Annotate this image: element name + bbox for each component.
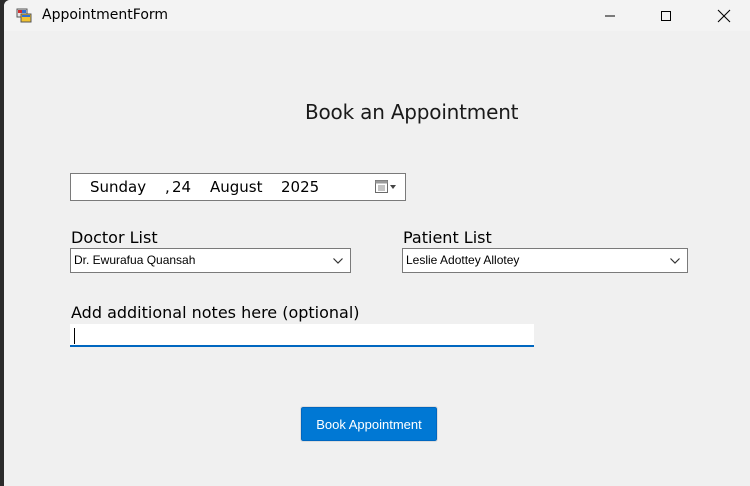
chevron-down-icon	[332, 255, 344, 265]
window-title: AppointmentForm	[42, 7, 169, 23]
date-separator: ,	[165, 178, 170, 196]
patient-select[interactable]: Leslie Adottey Allotey	[402, 248, 688, 273]
book-appointment-button[interactable]: Book Appointment	[300, 406, 438, 442]
doctor-list-label: Doctor List	[71, 228, 158, 247]
chevron-down-icon	[669, 255, 681, 265]
maximize-button[interactable]	[643, 0, 689, 31]
date-weekday[interactable]: Sunday	[90, 178, 146, 196]
close-icon	[717, 9, 731, 22]
calendar-dropdown-button[interactable]	[374, 179, 400, 195]
patient-list-label: Patient List	[403, 228, 492, 247]
appointment-form: Book an Appointment Sunday , 24 August 2…	[4, 31, 750, 486]
app-window: AppointmentForm Book an Appointment Sund…	[4, 0, 750, 486]
minimize-button[interactable]	[587, 0, 633, 31]
date-day[interactable]: 24	[172, 178, 191, 196]
title-bar[interactable]: AppointmentForm	[4, 0, 750, 31]
patient-select-value: Leslie Adottey Allotey	[406, 253, 520, 267]
close-button[interactable]	[701, 0, 747, 31]
date-year[interactable]: 2025	[281, 178, 319, 196]
app-icon	[16, 7, 32, 23]
doctor-select-value: Dr. Ewurafua Quansah	[74, 253, 196, 267]
doctor-select[interactable]: Dr. Ewurafua Quansah	[70, 248, 351, 273]
maximize-icon	[661, 10, 671, 21]
text-caret	[74, 328, 75, 344]
appointment-date-picker[interactable]: Sunday , 24 August 2025	[70, 173, 406, 201]
calendar-icon	[375, 180, 396, 193]
minimize-icon	[605, 15, 615, 16]
date-month[interactable]: August	[210, 178, 263, 196]
page-title: Book an Appointment	[305, 100, 519, 124]
notes-input[interactable]	[70, 324, 534, 347]
notes-label: Add additional notes here (optional)	[71, 303, 360, 322]
